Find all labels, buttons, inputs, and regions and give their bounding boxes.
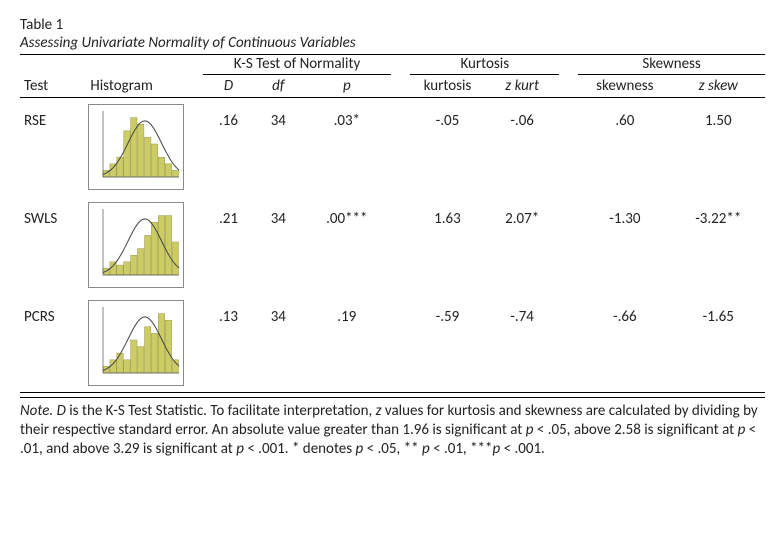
col-test: Test bbox=[20, 75, 86, 98]
cell-test: PCRS bbox=[20, 294, 86, 393]
cell-df: 34 bbox=[254, 294, 302, 393]
cell-skew: -1.30 bbox=[578, 196, 671, 294]
col-hist: Histogram bbox=[86, 75, 202, 98]
header-kurt: Kurtosis bbox=[410, 55, 559, 75]
table-row: RSE .1634.03* -.05-.06.601.50 bbox=[20, 98, 765, 197]
table-row: PCRS .1334.19 -.59-.74-.66-1.65 bbox=[20, 294, 765, 393]
normality-table: K-S Test of Normality Kurtosis Skewness … bbox=[20, 54, 765, 393]
cell-hist bbox=[86, 294, 202, 393]
cell-p: .19 bbox=[302, 294, 391, 393]
col-zkurt: z kurt bbox=[485, 75, 560, 98]
cell-zkurt: 2.07* bbox=[485, 196, 560, 294]
histogram-icon bbox=[88, 104, 184, 190]
cell-kurt: 1.63 bbox=[410, 196, 485, 294]
cell-test: SWLS bbox=[20, 196, 86, 294]
cell-skew: -.66 bbox=[578, 294, 671, 393]
cell-zkurt: -.06 bbox=[485, 98, 560, 197]
cell-zkurt: -.74 bbox=[485, 294, 560, 393]
cell-D: .13 bbox=[203, 294, 255, 393]
cell-p: .00*** bbox=[302, 196, 391, 294]
cell-kurt: -.59 bbox=[410, 294, 485, 393]
table-number: Table 1 bbox=[20, 16, 765, 34]
histogram-icon bbox=[88, 300, 184, 386]
cell-D: .16 bbox=[203, 98, 255, 197]
table-row: SWLS .2134.00*** 1.632.07*-1.30-3.22** bbox=[20, 196, 765, 294]
cell-skew: .60 bbox=[578, 98, 671, 197]
col-zskew: z skew bbox=[672, 75, 765, 98]
cell-zskew: 1.50 bbox=[672, 98, 765, 197]
cell-zskew: -1.65 bbox=[672, 294, 765, 393]
cell-zskew: -3.22** bbox=[672, 196, 765, 294]
cell-test: RSE bbox=[20, 98, 86, 197]
cell-df: 34 bbox=[254, 196, 302, 294]
header-ks: K-S Test of Normality bbox=[203, 55, 392, 75]
col-p: p bbox=[302, 75, 391, 98]
col-skewness: skewness bbox=[578, 75, 671, 98]
cell-hist bbox=[86, 98, 202, 197]
cell-D: .21 bbox=[203, 196, 255, 294]
header-skew: Skewness bbox=[578, 55, 765, 75]
col-df: df bbox=[254, 75, 302, 98]
cell-hist bbox=[86, 196, 202, 294]
col-D: D bbox=[203, 75, 255, 98]
cell-df: 34 bbox=[254, 98, 302, 197]
cell-p: .03* bbox=[302, 98, 391, 197]
table-note: Note. D is the K-S Test Statistic. To fa… bbox=[20, 397, 765, 458]
histogram-icon bbox=[88, 202, 184, 288]
cell-kurt: -.05 bbox=[410, 98, 485, 197]
col-kurtosis: kurtosis bbox=[410, 75, 485, 98]
table-caption: Assessing Univariate Normality of Contin… bbox=[20, 34, 765, 52]
